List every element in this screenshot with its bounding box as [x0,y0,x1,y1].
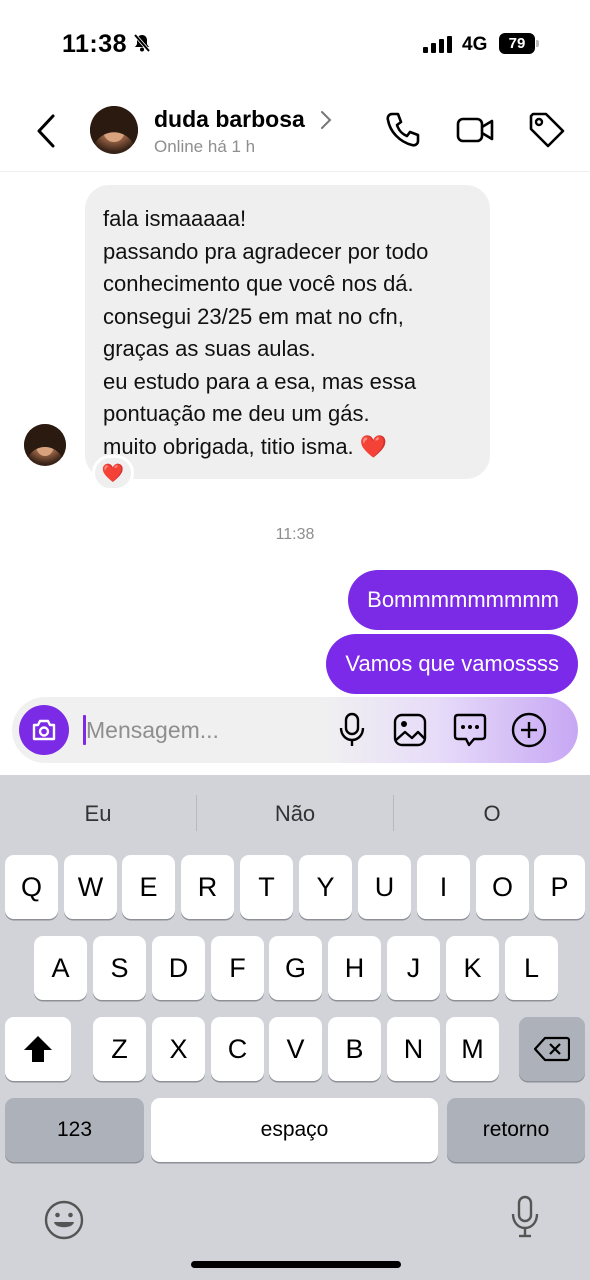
key-b[interactable]: B [328,1017,381,1081]
message-line: consegui 23/25 em mat no cfn, [103,303,404,329]
sticker-chat-icon[interactable] [452,712,488,753]
backspace-key[interactable] [519,1017,585,1081]
message-line: conhecimento que você nos dá. [103,271,414,296]
home-indicator [191,1261,401,1268]
key-p[interactable]: P [534,855,585,919]
key-g[interactable]: G [269,936,322,1000]
signal-icon [423,36,453,58]
suggestion-2[interactable]: Não [197,789,393,839]
key-w[interactable]: W [64,855,117,919]
message-input[interactable] [84,697,324,763]
message-line: graças as suas aulas. [103,336,316,361]
contact-name[interactable]: duda barbosa [154,106,305,133]
incoming-message[interactable]: fala ismaaaaa! passando pra agradecer po… [85,185,490,479]
key-s[interactable]: S [93,936,146,1000]
online-status: Online há 1 h [154,137,256,156]
message-composer [12,697,578,763]
key-c[interactable]: C [211,1017,264,1081]
key-u[interactable]: U [358,855,411,919]
chevron-right-icon[interactable] [320,110,332,135]
shift-icon [24,1036,52,1062]
key-r[interactable]: R [181,855,234,919]
message-line: passando pra agradecer por todo [103,238,429,264]
suggestion-1[interactable]: Eu [0,789,196,839]
key-z[interactable]: Z [93,1017,146,1081]
message-line: eu estudo para a esa, mas essa [103,368,417,394]
message-line: muito obrigada, titio isma. ❤️ [103,433,388,459]
key-f[interactable]: F [211,936,264,1000]
battery-icon: 79 [499,33,539,54]
phone-icon[interactable] [383,110,421,155]
key-h[interactable]: H [328,936,381,1000]
key-i[interactable]: I [417,855,470,919]
return-key[interactable]: retorno [447,1098,585,1162]
key-t[interactable]: T [240,855,293,919]
message-line: fala ismaaaaa! [103,206,247,231]
key-j[interactable]: J [387,936,440,1000]
key-o[interactable]: O [476,855,529,919]
key-v[interactable]: V [269,1017,322,1081]
key-a[interactable]: A [34,936,87,1000]
video-call-icon[interactable] [455,110,495,155]
back-arrow-icon[interactable] [34,112,58,155]
numbers-key[interactable]: 123 [5,1098,144,1162]
status-bar: 11:38 4G 79 [0,0,590,90]
key-l[interactable]: L [505,936,558,1000]
suggestion-3[interactable]: O [394,789,590,839]
outgoing-message[interactable]: Bommmmmmmmm [348,570,578,630]
sender-avatar[interactable] [24,424,66,466]
key-k[interactable]: K [446,936,499,1000]
plus-circle-icon[interactable] [511,712,547,753]
microphone-icon[interactable] [337,712,367,753]
tag-icon[interactable] [527,110,567,155]
key-e[interactable]: E [122,855,175,919]
network-type: 4G [462,34,488,55]
dictation-microphone-icon[interactable] [510,1195,540,1244]
gallery-icon[interactable] [392,712,428,753]
shift-key[interactable] [5,1017,71,1081]
space-key[interactable]: espaço [151,1098,438,1162]
key-q[interactable]: Q [5,855,58,919]
camera-button[interactable] [19,705,69,755]
heart-reaction[interactable]: ❤️ [92,455,134,491]
outgoing-message[interactable]: Vamos que vamossss [326,634,578,694]
backspace-icon [534,1036,570,1062]
key-x[interactable]: X [152,1017,205,1081]
battery-level: 79 [499,33,535,54]
key-m[interactable]: M [446,1017,499,1081]
keyboard: Eu Não O Q W E R T Y U I O P A S D F G H… [0,775,590,1280]
key-d[interactable]: D [152,936,205,1000]
chat-header: duda barbosa Online há 1 h [0,90,590,172]
status-time: 11:38 [62,30,128,58]
emoji-icon[interactable] [43,1199,85,1246]
contact-avatar[interactable] [90,106,138,154]
bell-muted-icon [132,33,152,58]
message-timestamp: 11:38 [275,526,315,543]
key-y[interactable]: Y [299,855,352,919]
camera-icon [32,719,56,741]
message-line: pontuação me deu um gás. [103,401,370,426]
key-n[interactable]: N [387,1017,440,1081]
